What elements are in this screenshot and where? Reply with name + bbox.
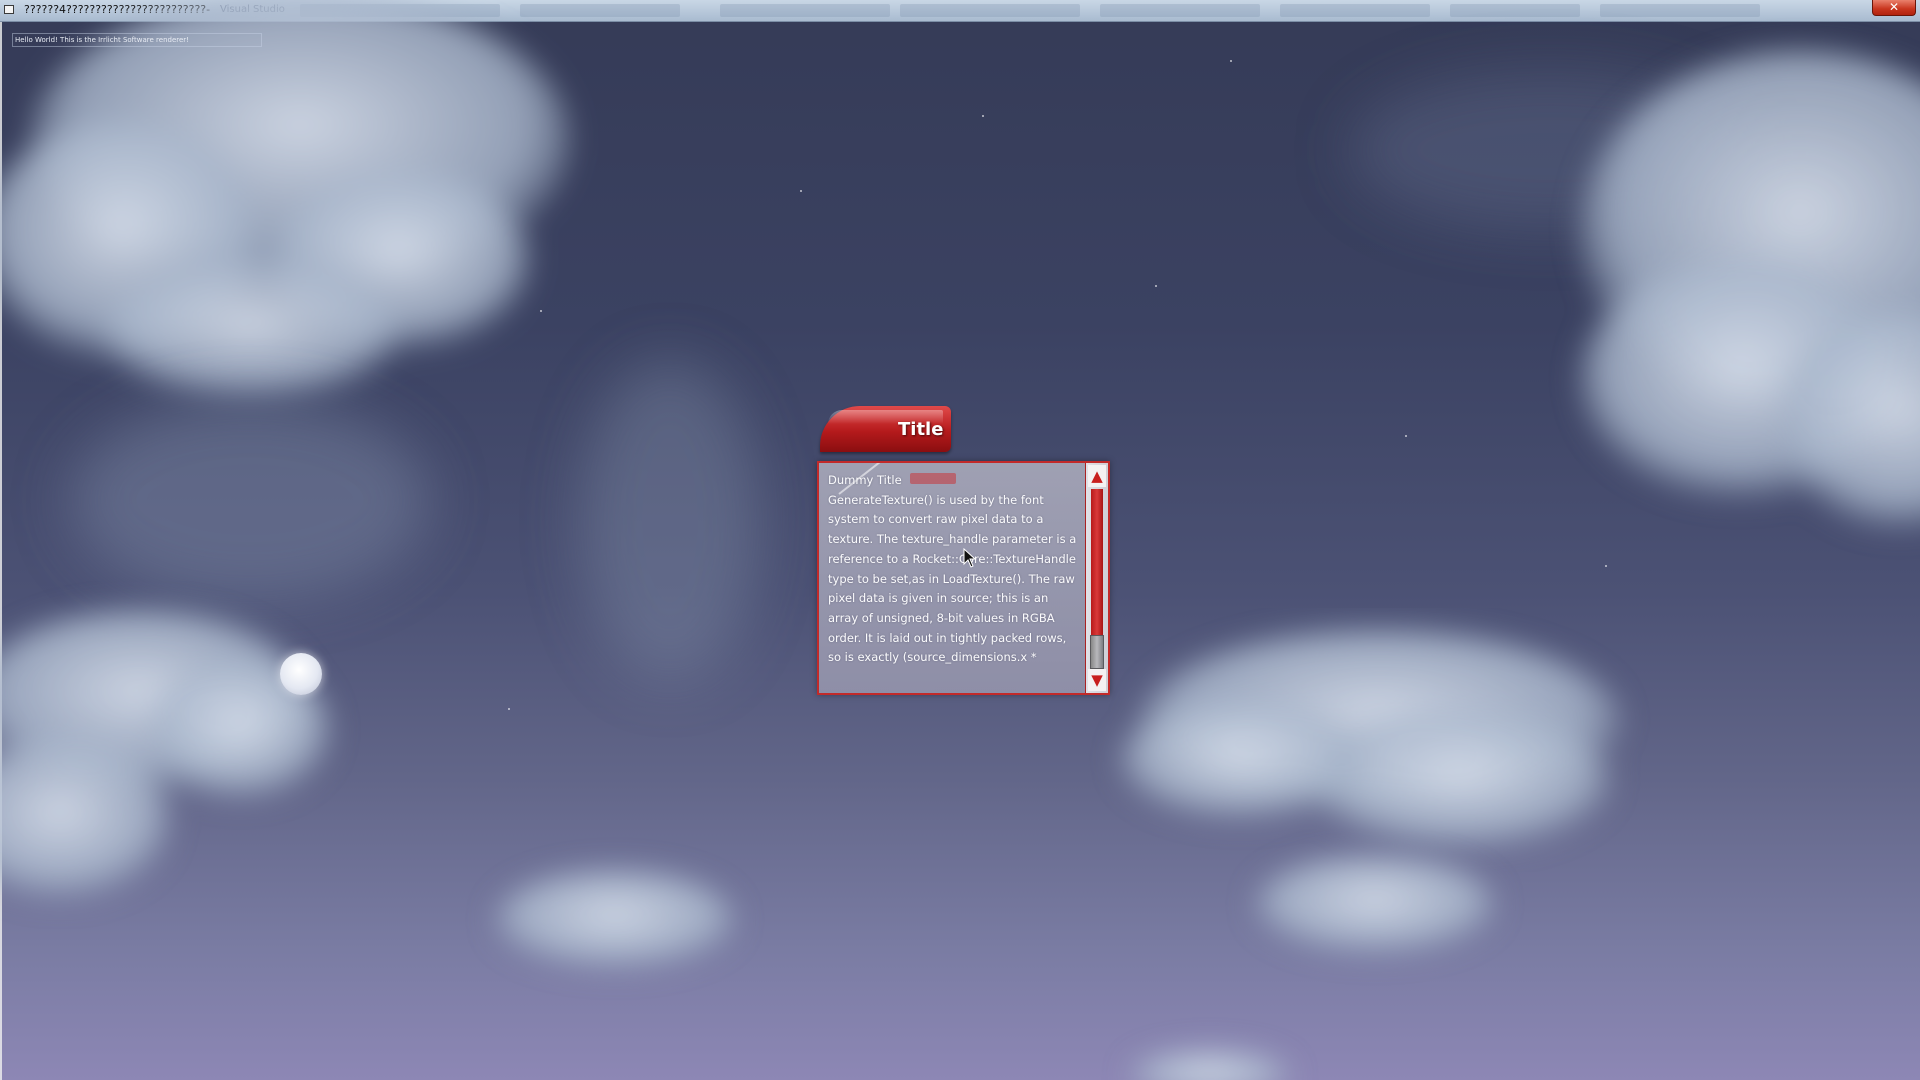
- star: [1605, 565, 1607, 567]
- dialog-content[interactable]: Dummy Title GenerateTexture() is used by…: [819, 463, 1087, 693]
- star: [1230, 60, 1232, 62]
- star: [540, 310, 542, 312]
- arrow-down-icon: ▼: [1091, 671, 1103, 689]
- cloud-bottom: [495, 855, 1495, 1080]
- window-left-border: [0, 22, 2, 1080]
- close-button[interactable]: ✕: [1872, 0, 1916, 16]
- dialog-panel: Dummy Title GenerateTexture() is used by…: [817, 461, 1110, 695]
- moon: [280, 653, 322, 695]
- star: [1155, 285, 1157, 287]
- taskbar-ghost: [1100, 4, 1260, 17]
- taskbar-ghost: [1450, 4, 1580, 17]
- cloud-top-left: [0, 0, 570, 400]
- cloud-top-right: [1580, 50, 1920, 530]
- cloud-left-middle: [0, 610, 330, 900]
- star: [982, 115, 984, 117]
- debug-text-box: Hello World! This is the Irrlicht Softwa…: [12, 33, 262, 47]
- cloud-right-middle: [1120, 630, 1620, 850]
- vertical-scrollbar[interactable]: ▲ ▼: [1085, 463, 1108, 693]
- taskbar-ghost: [1280, 4, 1430, 17]
- close-icon: ✕: [1888, 0, 1900, 14]
- cursor-icon: [963, 548, 977, 568]
- taskbar-ghost: [900, 4, 1080, 17]
- star: [1405, 435, 1407, 437]
- taskbar-ghost: [520, 4, 680, 17]
- content-title: Dummy Title: [828, 471, 1081, 491]
- dialog-title: Title: [898, 419, 944, 440]
- arrow-up-icon: ▲: [1091, 467, 1103, 485]
- app-icon[interactable]: [4, 5, 14, 14]
- scroll-thumb[interactable]: [1090, 635, 1104, 669]
- taskbar-ghost: [300, 4, 500, 17]
- scroll-up-button[interactable]: ▲: [1088, 465, 1106, 487]
- window-titlebar: ??????4????????????????????????- Visual …: [0, 0, 1920, 22]
- background-app-label: Visual Studio: [220, 4, 285, 15]
- star: [508, 708, 510, 710]
- taskbar-ghost: [720, 4, 890, 17]
- dialog-title-tab[interactable]: Title: [820, 406, 951, 452]
- star: [800, 190, 802, 192]
- window-title: ??????4????????????????????????-: [24, 3, 211, 16]
- scroll-down-button[interactable]: ▼: [1088, 669, 1106, 691]
- content-body: GenerateTexture() is used by the font sy…: [828, 492, 1077, 665]
- taskbar-ghost: [1600, 4, 1760, 17]
